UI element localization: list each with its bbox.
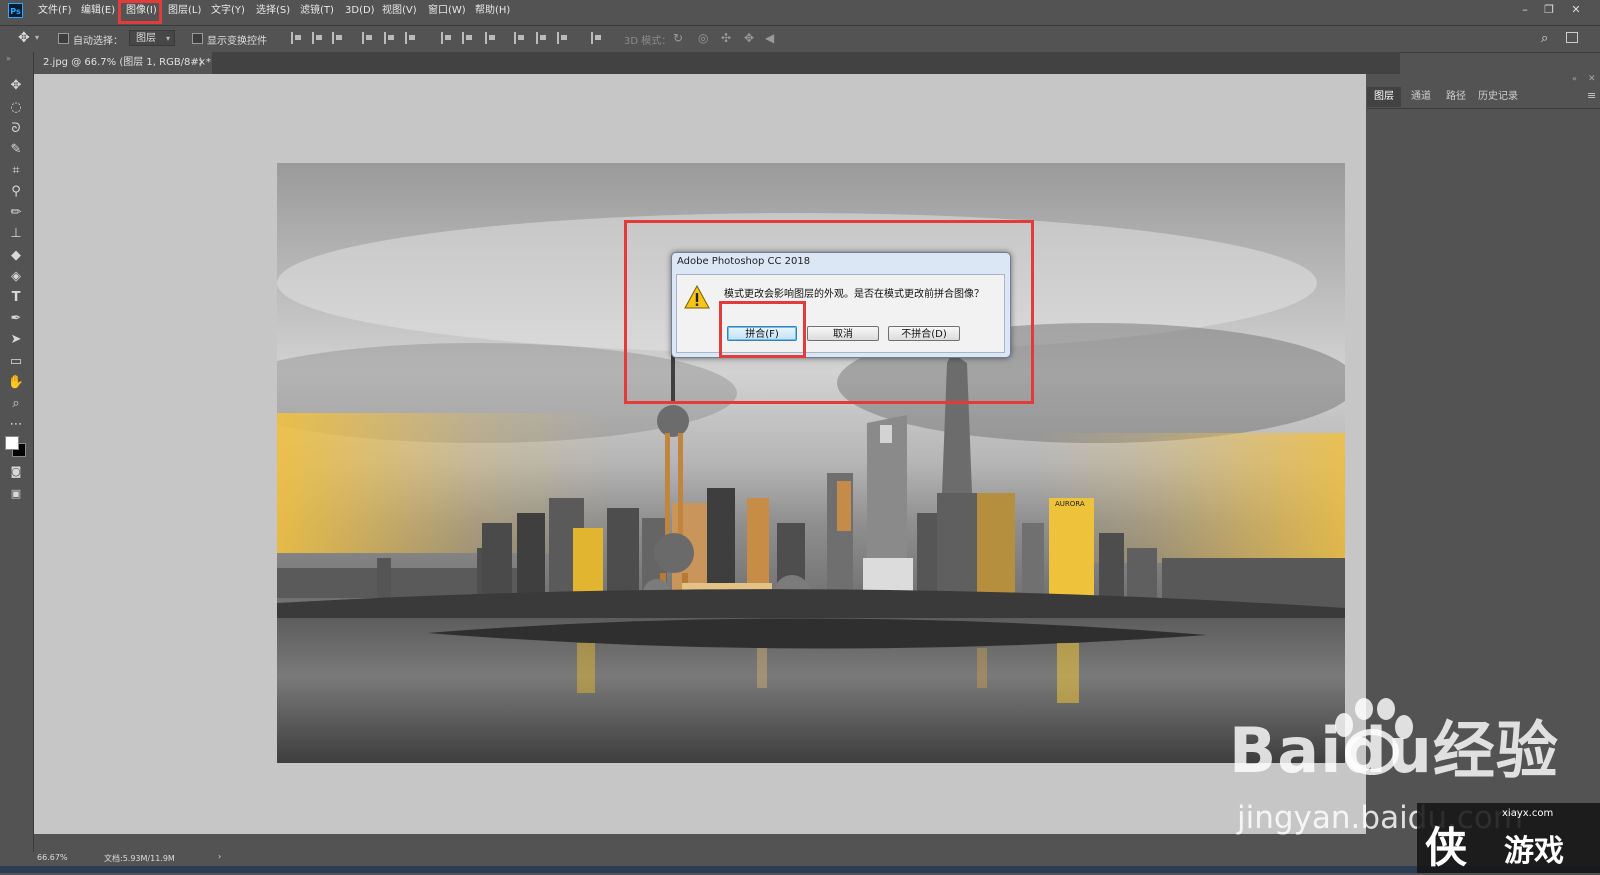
crop-tool-icon[interactable]: ⌗ [7,163,25,179]
align-left-icon[interactable] [362,32,374,44]
eyedropper-tool-icon[interactable]: ⚲ [7,184,25,200]
distribute-vcenter-icon[interactable] [462,32,474,44]
toolbox: » ✥ ◌ ᘐ ✎ ⌗ ⚲ ✏ ⊥ ◆ ◈ T ✒ ➤ ▭ ✋ ⌕ ⋯ ◙ ▣ [0,52,34,852]
chevron-down-icon[interactable]: ▾ [35,31,49,45]
menu-edit[interactable]: 编辑(E) [81,0,115,22]
paint-bucket-tool-icon[interactable]: ◈ [7,269,25,285]
eraser-tool-icon[interactable]: ◆ [7,248,25,264]
dont-flatten-button[interactable]: 不拼合(D) [888,326,960,341]
menu-3d[interactable]: 3D(D) [345,0,375,22]
search-icon[interactable]: ⌕ [1541,31,1555,46]
distribute-hcenter-icon[interactable] [536,32,548,44]
menu-image-highlight [118,0,162,24]
restore-button[interactable]: ❐ [1539,2,1559,18]
tab-channels[interactable]: 通道 [1404,87,1438,107]
align-top-icon[interactable] [291,32,303,44]
status-menu-arrow[interactable]: › [218,852,221,861]
flatten-button-highlight [719,301,806,358]
auto-select-dropdown[interactable]: 图层 ▾ [129,30,175,46]
foreground-color-swatch[interactable] [5,436,19,450]
distribute-left-icon[interactable] [514,32,526,44]
xiayx-url: xiayx.com [1502,808,1554,819]
xiayx-logo: 侠 [1425,823,1468,872]
warning-icon [684,285,710,309]
baidu-watermark: Baidu经验 [1229,714,1559,787]
lasso-tool-icon[interactable]: ᘐ [7,121,25,137]
document-tab-bar [34,52,1400,74]
hand-tool-icon[interactable]: ✋ [7,375,25,391]
status-bar: 66.67% 文档:5.93M/11.9M › [34,852,1400,866]
close-tab-icon[interactable]: × [198,52,206,74]
menu-bar: Ps 文件(F) 编辑(E) 图像(I) 图层(L) 文字(Y) 选择(S) 滤… [0,0,1600,22]
tab-layers[interactable]: 图层 [1367,87,1401,107]
pen-tool-icon[interactable]: ✒ [7,311,25,327]
align-vcenter-icon[interactable] [312,32,324,44]
zoom-level[interactable]: 66.67% [37,853,68,862]
align-right-icon[interactable] [405,32,417,44]
move-tool-icon[interactable]: ✥ [18,31,32,45]
move-tool-icon[interactable]: ✥ [7,78,25,94]
menu-type[interactable]: 文字(Y) [211,0,245,22]
more-tools-icon[interactable]: ⋯ [7,417,25,433]
3d-orbit-icon[interactable]: ↻ [673,31,687,45]
distribute-bottom-icon[interactable] [485,32,497,44]
close-window-button[interactable]: ✕ [1566,2,1586,18]
dialog-title: Adobe Photoshop CC 2018 [677,256,811,267]
zoom-tool-icon[interactable]: ⌕ [7,396,25,412]
rectangle-tool-icon[interactable]: ▭ [7,354,25,370]
menu-select[interactable]: 选择(S) [256,0,290,22]
stamp-tool-icon[interactable]: ⊥ [7,226,25,242]
aurora-sign: AURORA [1055,500,1085,508]
xiayx-site-name: 游戏 [1504,834,1564,869]
align-bottom-icon[interactable] [332,32,344,44]
dropdown-chevron-icon: ▾ [165,34,170,43]
quick-select-tool-icon[interactable]: ✎ [7,142,25,158]
dialog-message: 模式更改会影响图层的外观。是否在模式更改前拼合图像？ [724,289,984,300]
document-tab-title: 2.jpg @ 66.7% (图层 1, RGB/8#) * [43,57,211,68]
auto-select-label: 自动选择： [73,36,123,47]
menu-view[interactable]: 视图(V) [382,0,417,22]
menu-filter[interactable]: 滤镜(T) [300,0,334,22]
brush-tool-icon[interactable]: ✏ [7,205,25,221]
distribute-right-icon[interactable] [557,32,569,44]
align-hcenter-icon[interactable] [384,32,396,44]
collapse-toolbox-icon[interactable]: » [6,54,11,63]
tab-paths[interactable]: 路径 [1440,87,1472,107]
distribute-top-icon[interactable] [441,32,453,44]
minimize-button[interactable]: – [1515,2,1535,18]
menu-layer[interactable]: 图层(L) [168,0,201,22]
show-transform-label: 显示变换控件 [207,36,267,47]
3d-slide-icon[interactable]: ✥ [744,31,758,45]
menu-window[interactable]: 窗口(W) [428,0,466,22]
3d-roll-icon[interactable]: ◎ [698,31,712,45]
3d-camera-icon[interactable]: ◀ [765,31,779,45]
document-size: 文档:5.93M/11.9M [104,854,175,863]
mode-3d-label: 3D 模式： [624,36,672,47]
menu-help[interactable]: 帮助(H) [475,0,510,22]
photoshop-logo-icon: Ps [8,3,23,18]
menu-file[interactable]: 文件(F) [38,0,72,22]
os-taskbar [0,866,1600,873]
options-bar: ✥ ▾ 自动选择： 图层 ▾ 显示变换控件 3D 模式： ↻ ◎ ✣ ✥ ◀ ⌕ [0,25,1600,53]
auto-select-value: 图层 [136,33,156,44]
3d-pan-icon[interactable]: ✣ [721,31,735,45]
auto-select-checkbox[interactable] [58,33,69,44]
type-tool-icon[interactable]: T [7,290,25,306]
quick-mask-icon[interactable]: ◙ [7,464,25,480]
screen-mode-icon[interactable]: ▣ [7,486,25,502]
path-select-tool-icon[interactable]: ➤ [7,332,25,348]
document-tab[interactable]: 2.jpg @ 66.7% (图层 1, RGB/8#) * × [34,52,212,74]
workspace-icon[interactable] [1566,32,1578,43]
auto-align-icon[interactable] [591,32,603,44]
marquee-tool-icon[interactable]: ◌ [7,100,25,116]
tab-history[interactable]: 历史记录 [1473,87,1523,107]
cancel-button[interactable]: 取消 [807,326,879,341]
close-panel-icon[interactable]: ✕ [1588,74,1596,84]
collapse-panel-icon[interactable]: « [1572,74,1577,83]
panel-menu-icon[interactable]: ≡ [1587,89,1596,102]
show-transform-checkbox[interactable] [192,33,203,44]
